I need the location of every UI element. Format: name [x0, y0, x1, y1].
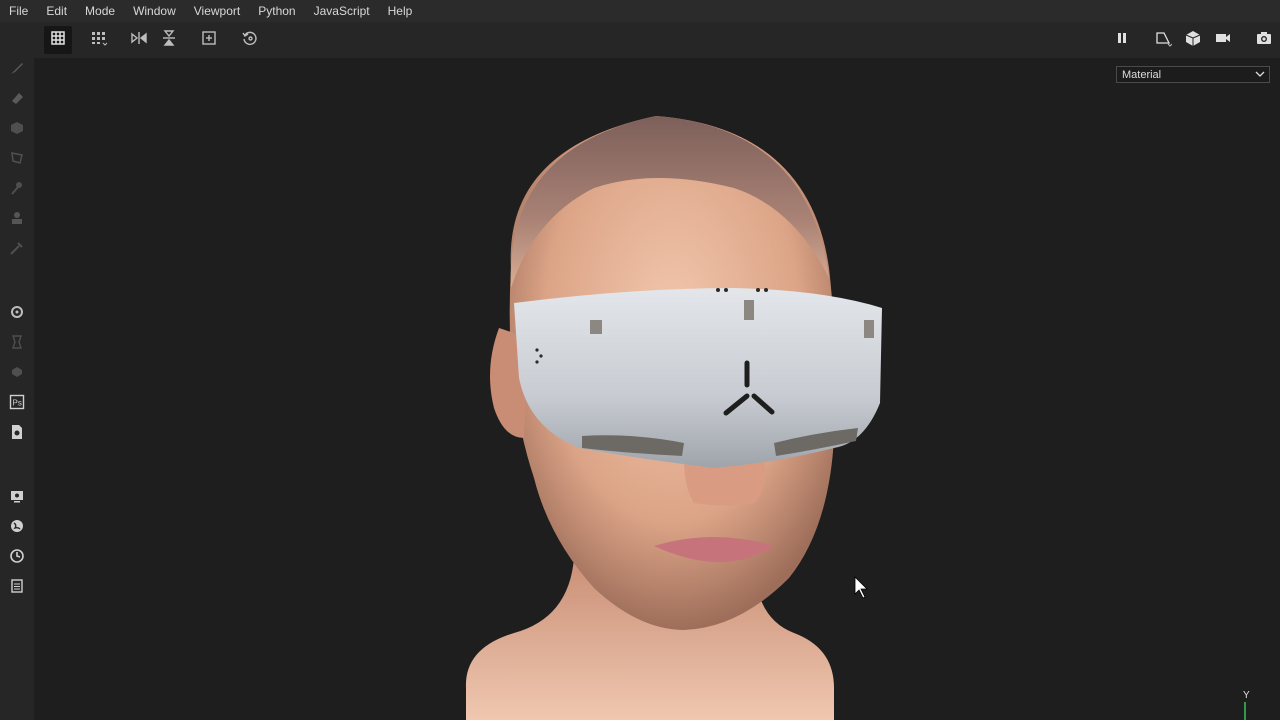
- photoshop-export-tool[interactable]: Ps: [7, 394, 27, 414]
- menu-file[interactable]: File: [0, 0, 37, 22]
- material-tool[interactable]: [7, 364, 27, 384]
- history-icon: [9, 548, 25, 569]
- menu-edit[interactable]: Edit: [37, 0, 76, 22]
- log-icon: [9, 578, 25, 599]
- reset-icon: [241, 29, 259, 52]
- projection-tool[interactable]: [7, 120, 27, 140]
- smudge-tool[interactable]: [7, 180, 27, 200]
- projection-icon: [9, 120, 25, 141]
- bake-tool[interactable]: [7, 334, 27, 354]
- polyfill-icon: [9, 150, 25, 171]
- brush-icon: [9, 60, 25, 81]
- cube-icon: [1184, 29, 1202, 52]
- eraser-icon: [9, 90, 25, 111]
- axis-y-label: Y: [1243, 690, 1250, 701]
- grid-dropdown-button[interactable]: [85, 26, 113, 54]
- screenshot-button[interactable]: [1250, 26, 1278, 54]
- left-toolbar: Ps: [0, 58, 34, 720]
- select-grid-button[interactable]: [44, 26, 72, 54]
- material-icon: [9, 364, 25, 385]
- export-icon: [9, 424, 25, 445]
- brush-tool[interactable]: [7, 60, 27, 80]
- mirror-x-icon: [130, 29, 148, 52]
- menu-viewport[interactable]: Viewport: [185, 0, 249, 22]
- screenshot-icon: [1255, 29, 1273, 52]
- display-mode-select[interactable]: Material: [1116, 66, 1270, 83]
- mirror-x-button[interactable]: [125, 26, 153, 54]
- menu-mode[interactable]: Mode: [76, 0, 124, 22]
- settings-tool[interactable]: [7, 304, 27, 324]
- clone-icon: [9, 210, 25, 231]
- select-grid-icon: [49, 29, 67, 52]
- top-toolbar: [0, 22, 1280, 59]
- viewport-3d[interactable]: [34, 58, 1280, 720]
- mirror-y-icon: [160, 29, 178, 52]
- picker-tool[interactable]: [7, 240, 27, 260]
- history-tool[interactable]: [7, 548, 27, 568]
- add-frame-button[interactable]: [195, 26, 223, 54]
- menu-help[interactable]: Help: [379, 0, 422, 22]
- chevron-down-icon: [1255, 68, 1265, 83]
- settings-icon: [9, 304, 25, 325]
- display-mode-value: Material: [1122, 68, 1162, 81]
- menu-bar: File Edit Mode Window Viewport Python Ja…: [0, 0, 1280, 22]
- bake-icon: [9, 334, 25, 355]
- menu-python[interactable]: Python: [249, 0, 304, 22]
- menu-javascript[interactable]: JavaScript: [305, 0, 379, 22]
- add-frame-icon: [200, 29, 218, 52]
- picker-icon: [9, 240, 25, 261]
- display-icon: [9, 488, 25, 509]
- eraser-tool[interactable]: [7, 90, 27, 110]
- grid-dropdown-icon: [90, 29, 108, 52]
- svg-text:Ps: Ps: [13, 398, 22, 407]
- display-settings-tool[interactable]: [7, 488, 27, 508]
- camera-button[interactable]: [1209, 26, 1237, 54]
- environment-icon: [9, 518, 25, 539]
- log-tool[interactable]: [7, 578, 27, 598]
- polyfill-tool[interactable]: [7, 150, 27, 170]
- pause-button[interactable]: [1108, 26, 1136, 54]
- export-tool[interactable]: [7, 424, 27, 444]
- perspective-button[interactable]: [1149, 26, 1177, 54]
- clone-tool[interactable]: [7, 210, 27, 230]
- smudge-icon: [9, 180, 25, 201]
- mirror-y-button[interactable]: [155, 26, 183, 54]
- perspective-icon: [1154, 29, 1173, 52]
- camera-icon: [1214, 29, 1232, 52]
- cube-view-button[interactable]: [1179, 26, 1207, 54]
- reset-button[interactable]: [236, 26, 264, 54]
- pause-icon: [1113, 29, 1131, 52]
- environment-tool[interactable]: [7, 518, 27, 538]
- head-model-render: [465, 116, 1246, 720]
- menu-window[interactable]: Window: [124, 0, 185, 22]
- photoshop-icon: Ps: [9, 394, 25, 415]
